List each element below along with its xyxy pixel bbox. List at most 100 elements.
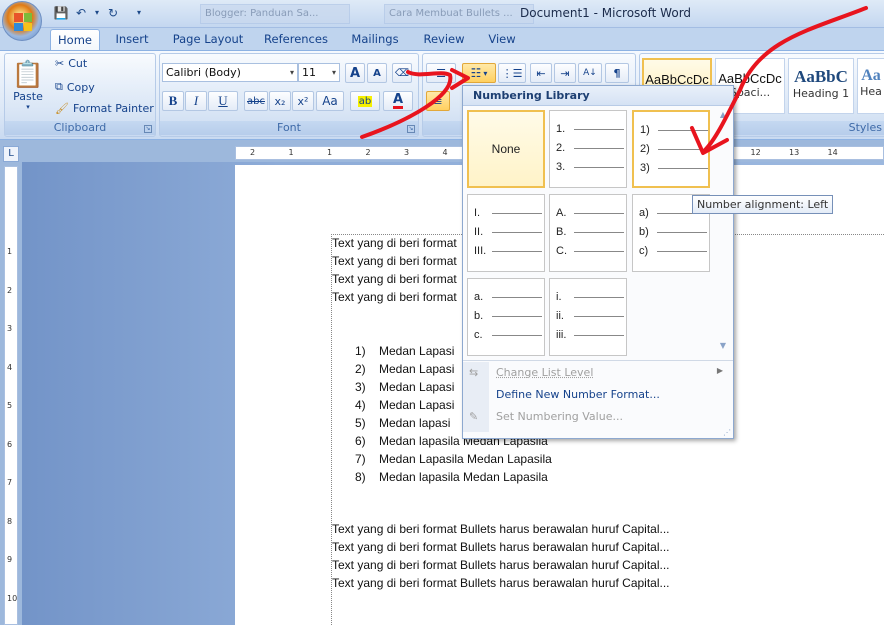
paragraph-line[interactable]: Text yang di beri format <box>332 234 457 252</box>
dialog-launcher-icon[interactable]: ↘ <box>407 125 415 133</box>
format-number: B. <box>556 226 567 238</box>
bullets-button[interactable]: ☰ <box>426 63 456 83</box>
style-heading-1[interactable]: AaBbC Heading 1 <box>788 58 854 114</box>
tab-home[interactable]: Home <box>50 29 100 50</box>
resize-grip-icon[interactable]: ⋰ <box>723 428 731 437</box>
list-level-icon: ⇆ <box>469 366 479 379</box>
numbering-none-option[interactable]: None <box>467 110 545 188</box>
superscript-button[interactable]: x² <box>292 91 314 111</box>
background-tab: Cara Membuat Bullets ... <box>384 4 534 24</box>
ruler-tick-label: 7 <box>7 478 13 487</box>
format-number: b. <box>474 310 484 322</box>
set-numbering-value-menu-item[interactable]: ✎ Set Numbering Value... <box>463 406 733 428</box>
chevron-down-icon: ▾ <box>26 102 30 111</box>
decrease-indent-button[interactable]: ⇤ <box>530 63 552 83</box>
format-number: III. <box>474 245 487 257</box>
scroll-up-icon[interactable]: ▲ <box>718 110 728 119</box>
increase-indent-button[interactable]: ⇥ <box>554 63 576 83</box>
list-number: 5) <box>355 416 366 430</box>
paragraph-line[interactable]: Text yang di beri format Bullets harus b… <box>332 520 670 538</box>
numbering-format-option[interactable]: I. II. III. <box>467 194 545 272</box>
numbering-format-option[interactable]: A. B. C. <box>549 194 627 272</box>
numbering-library-dropdown: Numbering Library None 1. 2. 3. 1) 2) 3) I. II.… <box>462 85 734 439</box>
tab-references[interactable]: References <box>260 29 332 50</box>
scroll-down-icon[interactable]: ▼ <box>718 341 728 350</box>
paragraph-line[interactable]: Text yang di beri format <box>332 252 457 270</box>
highlight-button[interactable]: ab <box>350 91 380 111</box>
format-preview-row: a. <box>474 291 542 303</box>
multilevel-list-button[interactable]: ⋮☰ <box>498 63 526 83</box>
define-new-number-format-menu-item[interactable]: Define New Number Format... <box>463 384 733 406</box>
font-color-button[interactable]: A <box>383 91 413 111</box>
shrink-font-button[interactable]: A <box>367 63 387 83</box>
customize-toolbar-icon[interactable]: ▾ <box>130 4 148 22</box>
format-number: i. <box>556 291 562 303</box>
clear-formatting-button[interactable]: ⌫ <box>392 63 412 83</box>
numbering-format-option[interactable]: i. ii. iii. <box>549 278 627 356</box>
numbering-button[interactable]: ☷ ▾ <box>462 63 496 83</box>
align-left-button[interactable]: ≡ <box>426 91 450 111</box>
format-preview-row: c. <box>474 329 542 341</box>
style-heading-2[interactable]: Aa Hea <box>857 58 884 114</box>
ruler-tick-label: 12 <box>750 148 761 157</box>
list-number: 1) <box>355 344 366 358</box>
format-line <box>657 251 707 252</box>
format-number: a) <box>639 207 649 219</box>
underline-button[interactable]: U <box>208 91 238 111</box>
font-name-combo[interactable]: Calibri (Body) ▾ <box>162 63 298 82</box>
format-preview-row: II. <box>474 226 542 238</box>
sort-button[interactable]: A↓ <box>578 63 602 83</box>
scissors-icon: ✂ <box>55 57 65 70</box>
vertical-ruler[interactable]: 1 2 3 4 5 6 7 8 9 10 <box>4 166 18 625</box>
paste-button[interactable]: 📋 Paste ▾ <box>8 56 48 114</box>
tab-view[interactable]: View <box>481 29 523 50</box>
format-preview-row: ii. <box>556 310 624 322</box>
subscript-button[interactable]: x₂ <box>269 91 291 111</box>
list-number: 3) <box>355 380 366 394</box>
strikethrough-button[interactable]: abc <box>244 91 268 111</box>
paragraph-line[interactable]: Text yang di beri format Bullets harus b… <box>332 538 670 556</box>
dialog-launcher-icon[interactable]: ↘ <box>144 125 152 133</box>
format-painter-button[interactable]: 🖌 Format Painter <box>54 101 155 116</box>
paragraph-line[interactable]: Text yang di beri format <box>332 288 457 306</box>
group-label: Clipboard <box>5 121 155 135</box>
cut-button[interactable]: ✂ Cut <box>54 56 88 71</box>
grow-font-button[interactable]: A <box>345 63 365 83</box>
bold-button[interactable]: B <box>162 91 184 111</box>
change-list-level-menu-item[interactable]: ⇆ Change List Level ▶ <box>463 362 733 384</box>
bullet-list-icon: ☰ <box>436 66 446 80</box>
paragraph-line[interactable]: Text yang di beri format Bullets harus b… <box>332 574 670 592</box>
tab-selector[interactable]: L <box>3 146 19 162</box>
window-title: Document1 - Microsoft Word <box>520 6 692 20</box>
tab-mailings[interactable]: Mailings <box>345 29 405 50</box>
ruler-tick-label: 8 <box>7 516 13 526</box>
numbering-format-option[interactable]: 1) 2) 3) <box>632 110 710 188</box>
format-number: ii. <box>556 310 564 322</box>
change-case-button[interactable]: Aa <box>316 91 344 111</box>
format-number: 2. <box>556 142 566 154</box>
tab-review[interactable]: Review <box>418 29 470 50</box>
paragraph-line[interactable]: Text yang di beri format <box>332 270 457 288</box>
copy-button[interactable]: ⧉ Copy <box>54 79 96 95</box>
list-item[interactable]: 7) Medan Lapasila Medan Lapasila <box>355 450 552 468</box>
font-size-combo[interactable]: 11 ▾ <box>298 63 340 82</box>
dropdown-scrollbar[interactable]: ▲ ▼ <box>718 110 728 360</box>
office-button[interactable] <box>2 1 42 41</box>
format-number: C. <box>556 245 567 257</box>
tab-insert[interactable]: Insert <box>108 29 156 50</box>
list-text: Medan Lapasi <box>379 362 455 376</box>
save-icon[interactable]: 💾 <box>52 4 70 22</box>
format-line <box>658 168 708 169</box>
italic-button[interactable]: I <box>185 91 207 111</box>
numbering-format-option[interactable]: a. b. c. <box>467 278 545 356</box>
list-item[interactable]: 8) Medan lapasila Medan Lapasila <box>355 468 552 486</box>
redo-icon[interactable]: ↻ <box>104 4 122 22</box>
format-number: A. <box>556 207 567 219</box>
show-formatting-button[interactable]: ¶ <box>605 63 629 83</box>
format-line <box>574 251 624 252</box>
format-line <box>574 232 624 233</box>
paragraph-line[interactable]: Text yang di beri format Bullets harus b… <box>332 556 670 574</box>
tab-page-layout[interactable]: Page Layout <box>168 29 248 50</box>
list-number: 2) <box>355 362 366 376</box>
numbering-format-option[interactable]: 1. 2. 3. <box>549 110 627 188</box>
